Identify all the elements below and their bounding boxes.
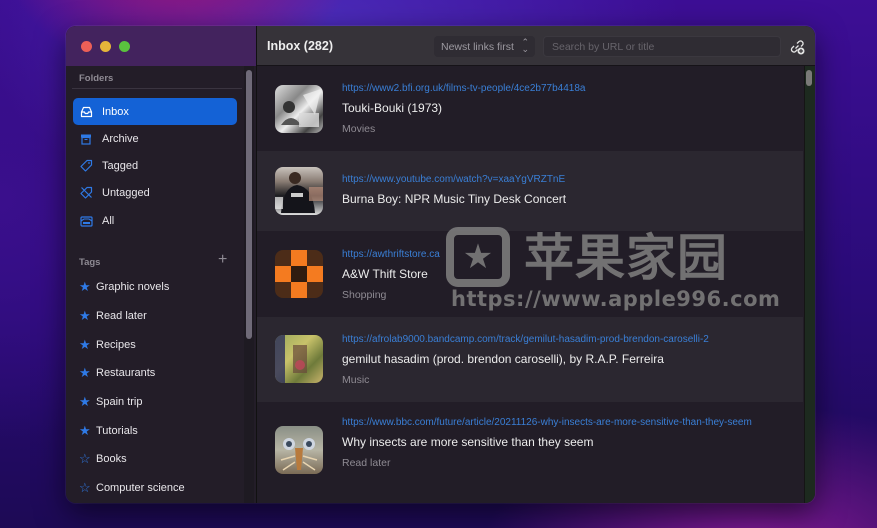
tag-label: Computer science <box>96 482 185 494</box>
sidebar-item-label: All <box>102 214 115 227</box>
star-filled-icon: ★ <box>79 423 91 438</box>
close-window-button[interactable] <box>81 41 92 52</box>
list-item[interactable]: https://afrolab9000.bandcamp.com/track/g… <box>257 317 803 402</box>
link-tag: Shopping <box>342 289 387 301</box>
sidebar-item-label: Untagged <box>102 186 150 199</box>
tag-label: Graphic novels <box>96 281 170 293</box>
sidebar-tag-recipes[interactable]: ★ Recipes <box>79 336 136 354</box>
link-url[interactable]: https://www2.bfi.org.uk/films-tv-people/… <box>342 82 793 95</box>
sidebar-item-all[interactable]: All <box>73 207 237 234</box>
sidebar-item-untagged[interactable]: Untagged <box>73 179 237 206</box>
sidebar-item-label: Archive <box>102 132 139 145</box>
link-url[interactable]: https://www.youtube.com/watch?v=xaaYgVRZ… <box>342 173 793 186</box>
tag-label: Tutorials <box>96 425 138 437</box>
sidebar-tag-read-later[interactable]: ★ Read later <box>79 307 147 325</box>
sort-select[interactable]: Newst links first ⌃ ⌄ <box>434 36 535 57</box>
list-item[interactable]: https://www.youtube.com/watch?v=xaaYgVRZ… <box>257 151 803 231</box>
link-details: https://www.bbc.com/future/article/20211… <box>342 416 793 469</box>
all-icon <box>79 214 93 228</box>
sidebar-scrollbar[interactable] <box>246 70 252 339</box>
link-add-icon[interactable] <box>788 38 806 56</box>
traffic-lights <box>81 41 130 52</box>
sidebar-tag-tutorials[interactable]: ★ Tutorials <box>79 422 138 440</box>
sidebar-tag-restaurants[interactable]: ★ Restaurants <box>79 364 155 382</box>
tag-label: Spain trip <box>96 396 143 408</box>
tags-heading: Tags <box>79 257 101 268</box>
thumbnail-image <box>275 167 323 215</box>
star-filled-icon: ★ <box>79 308 91 323</box>
app-window: Folders Inbox Archive Tagged Untagged Al… <box>66 26 815 503</box>
minimize-window-button[interactable] <box>100 41 111 52</box>
sidebar-item-label: Tagged <box>102 159 139 172</box>
chevron-up-down-icon: ⌃ ⌄ <box>521 37 529 54</box>
star-filled-icon: ★ <box>79 394 91 409</box>
link-url[interactable]: https://awthriftstore.ca <box>342 248 793 261</box>
toolbar: Inbox (282) Newst links first ⌃ ⌄ <box>257 26 815 66</box>
sidebar-tag-books[interactable]: ☆ Books <box>79 450 127 468</box>
link-tag: Movies <box>342 123 376 135</box>
list-item[interactable]: https://www.bbc.com/future/article/20211… <box>257 402 803 502</box>
link-title: Burna Boy: NPR Music Tiny Desk Concert <box>342 192 567 206</box>
star-filled-icon: ★ <box>79 365 91 380</box>
sidebar-tag-graphic-novels[interactable]: ★ Graphic novels <box>79 278 169 296</box>
link-tag: Read later <box>342 457 391 469</box>
star-filled-icon: ★ <box>79 279 91 294</box>
search-input[interactable] <box>543 36 781 57</box>
link-title: A&W Thift Store <box>342 267 428 281</box>
tag-label: Read later <box>96 310 147 322</box>
link-url[interactable]: https://afrolab9000.bandcamp.com/track/g… <box>342 333 793 346</box>
sidebar: Folders Inbox Archive Tagged Untagged Al… <box>66 26 257 503</box>
tag-label: Restaurants <box>96 367 156 379</box>
link-title: gemilut hasadim (prod. brendon caroselli… <box>342 352 664 366</box>
sidebar-tag-spain-trip[interactable]: ★ Spain trip <box>79 393 142 411</box>
star-outline-icon: ☆ <box>79 451 91 466</box>
thumbnail-image <box>275 335 323 383</box>
star-outline-icon: ☆ <box>79 480 91 495</box>
folders-heading: Folders <box>79 73 114 84</box>
link-title: Touki-Bouki (1973) <box>342 101 443 115</box>
link-details: https://www.youtube.com/watch?v=xaaYgVRZ… <box>342 173 793 206</box>
archive-icon <box>79 132 93 146</box>
tag-label: Recipes <box>96 339 136 351</box>
link-tag: Music <box>342 374 370 386</box>
sidebar-item-tagged[interactable]: Tagged <box>73 152 237 179</box>
sidebar-tag-computer-science[interactable]: ☆ Computer science <box>79 479 185 497</box>
link-title: Why insects are more sensitive than they… <box>342 435 594 449</box>
link-details: https://awthriftstore.ca A&W Thift Store… <box>342 248 793 301</box>
link-url[interactable]: https://www.bbc.com/future/article/20211… <box>342 416 762 429</box>
main-pane: Inbox (282) Newst links first ⌃ ⌄ Search… <box>257 26 815 503</box>
list-scrollbar[interactable] <box>806 70 812 86</box>
thumbnail-image <box>275 85 323 133</box>
list-item[interactable]: https://www2.bfi.org.uk/films-tv-people/… <box>257 66 803 151</box>
link-details: https://afrolab9000.bandcamp.com/track/g… <box>342 333 793 386</box>
tag-icon <box>79 159 93 173</box>
list-scroll-track <box>804 66 815 503</box>
sort-select-value: Newst links first <box>441 40 514 53</box>
sidebar-item-inbox[interactable]: Inbox <box>73 98 237 125</box>
untagged-icon <box>79 186 93 200</box>
sidebar-item-label: Inbox <box>102 105 129 118</box>
inbox-icon <box>79 105 93 119</box>
thumbnail-image <box>275 426 323 474</box>
folders-divider <box>72 88 242 89</box>
tag-label: Books <box>96 453 127 465</box>
link-details: https://www2.bfi.org.uk/films-tv-people/… <box>342 82 793 135</box>
links-list: https://www2.bfi.org.uk/films-tv-people/… <box>257 66 815 503</box>
page-title: Inbox (282) <box>267 39 333 53</box>
list-item[interactable]: https://awthriftstore.ca A&W Thift Store… <box>257 231 803 317</box>
sidebar-titlebar <box>66 26 256 66</box>
zoom-window-button[interactable] <box>119 41 130 52</box>
add-tag-button[interactable]: + <box>218 252 227 268</box>
star-filled-icon: ★ <box>79 337 91 352</box>
thumbnail-image <box>275 250 323 298</box>
sidebar-item-archive[interactable]: Archive <box>73 125 237 152</box>
